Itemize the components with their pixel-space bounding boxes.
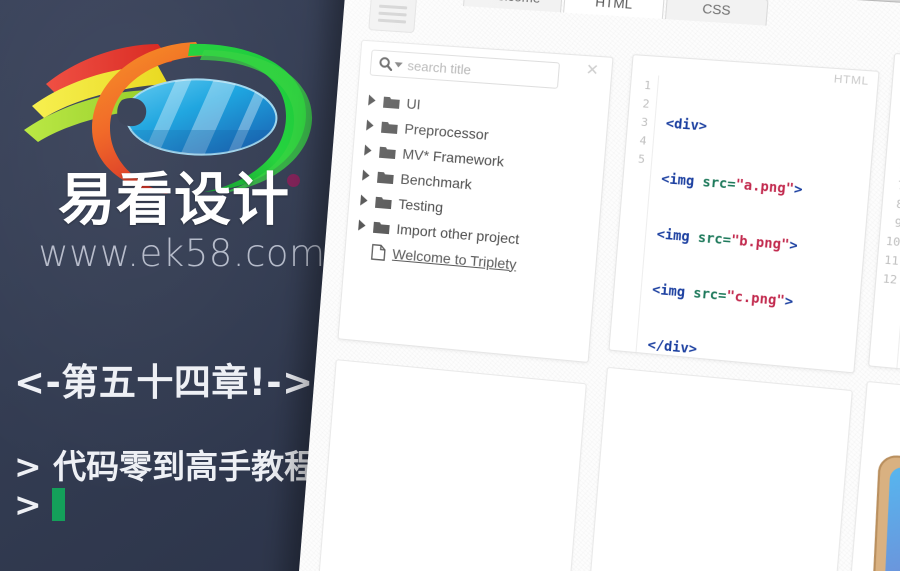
close-icon[interactable]: ✕ <box>585 61 599 79</box>
line-number: 8 <box>895 197 900 212</box>
code-line: <img src="c.png"> <box>651 282 794 311</box>
line-number: 12 <box>882 272 898 287</box>
tree-item-label: Testing <box>397 195 444 215</box>
tree-item-label: Welcome to Triplety <box>391 245 518 272</box>
promo-prompt: > <box>14 485 65 524</box>
line-number: 4 <box>639 133 648 148</box>
document-icon <box>371 243 386 260</box>
chevron-right-icon[interactable] <box>359 194 369 207</box>
brand-accent-dot <box>287 174 300 187</box>
brand-wordmark-text: 易看设计 <box>58 167 290 233</box>
promo-subtitle: > 代码零到高手教程 <box>14 447 318 486</box>
hamburger-line-1 <box>379 4 408 9</box>
empty-pane-middle <box>582 366 853 571</box>
tab-css[interactable]: CSS <box>664 0 769 26</box>
html-code-lines: <div> <img src="a.png"> <img src="b.png"… <box>637 76 811 367</box>
tab-welcome[interactable]: Welcome <box>463 0 564 13</box>
app-window: Welcome HTML CSS <box>293 0 900 571</box>
project-tree: UI Preprocessor MV* Framework Benchmark … <box>345 81 609 284</box>
search-placeholder: search title <box>406 57 472 78</box>
html-code-area[interactable]: 1 2 3 4 5 <div> <img src="a.png"> <img s… <box>609 73 876 373</box>
hamburger-line-2 <box>378 11 407 16</box>
chevron-right-icon[interactable] <box>365 119 375 132</box>
project-sidebar: search title ✕ UI Preprocessor MV* Frame… <box>337 39 614 363</box>
tab-html[interactable]: HTML <box>563 0 666 19</box>
search-input[interactable]: search title <box>369 49 561 89</box>
folder-icon <box>381 120 398 134</box>
tree-item-label: MV* Framework <box>401 145 505 170</box>
line-number: 10 <box>885 234 900 250</box>
chevron-right-icon[interactable] <box>363 144 373 157</box>
folder-icon <box>375 195 392 210</box>
line-number: 9 <box>894 216 900 231</box>
chevron-right-icon[interactable] <box>367 94 377 107</box>
line-number: 3 <box>640 115 649 130</box>
folder-icon <box>379 145 396 160</box>
html-editor-pane[interactable]: HTML 1 2 3 4 5 <div> <img src="a.png"> <… <box>608 54 880 374</box>
line-number: 4 <box>888 119 900 139</box>
html-pane-badge: HTML <box>833 73 870 88</box>
line-number: 5 <box>637 152 646 167</box>
promo-headline: <-第五十四章!-> <box>14 361 314 404</box>
site-url: www.ek58.com <box>38 232 326 275</box>
line-number: 1 <box>893 62 900 82</box>
folder-icon <box>372 220 390 235</box>
screenshot-stage: 易看设计 www.ek58.com <-第五十四章!-> > 代码零到高手教程 … <box>0 0 900 571</box>
promo-prompt-symbol: > <box>14 485 42 524</box>
line-number: 7 <box>897 178 900 193</box>
tree-item-label: Preprocessor <box>403 119 490 143</box>
line-number: 3 <box>890 100 900 120</box>
folder-icon <box>377 170 394 185</box>
tree-item-label: UI <box>405 94 422 112</box>
line-number: 1 <box>643 78 652 93</box>
chevron-right-icon[interactable] <box>361 169 371 182</box>
chevron-down-icon <box>394 62 403 68</box>
code-line: <img src="a.png"> <box>660 171 804 199</box>
line-number: 6 <box>885 157 900 177</box>
empty-pane-left <box>314 359 587 571</box>
code-line: <img src="b.png"> <box>656 227 799 255</box>
app-window-wrapper: Welcome HTML CSS <box>293 0 900 571</box>
text-caret <box>51 488 65 521</box>
code-line: </div> <box>646 337 698 358</box>
line-number: 5 <box>887 138 900 158</box>
line-number: 11 <box>883 253 900 269</box>
chevron-right-icon[interactable] <box>357 219 367 232</box>
folder-icon <box>383 95 400 109</box>
search-icon <box>378 56 403 72</box>
editor-tabstrip[interactable]: Welcome HTML CSS <box>345 0 900 42</box>
line-number: 2 <box>642 97 651 111</box>
line-number: 2 <box>891 81 900 101</box>
tree-item-label: Benchmark <box>399 170 473 192</box>
code-line: <div> <box>665 116 708 135</box>
hamburger-icon[interactable] <box>368 0 418 34</box>
brand-wordmark: 易看设计 <box>58 172 358 229</box>
hamburger-line-3 <box>377 18 407 24</box>
